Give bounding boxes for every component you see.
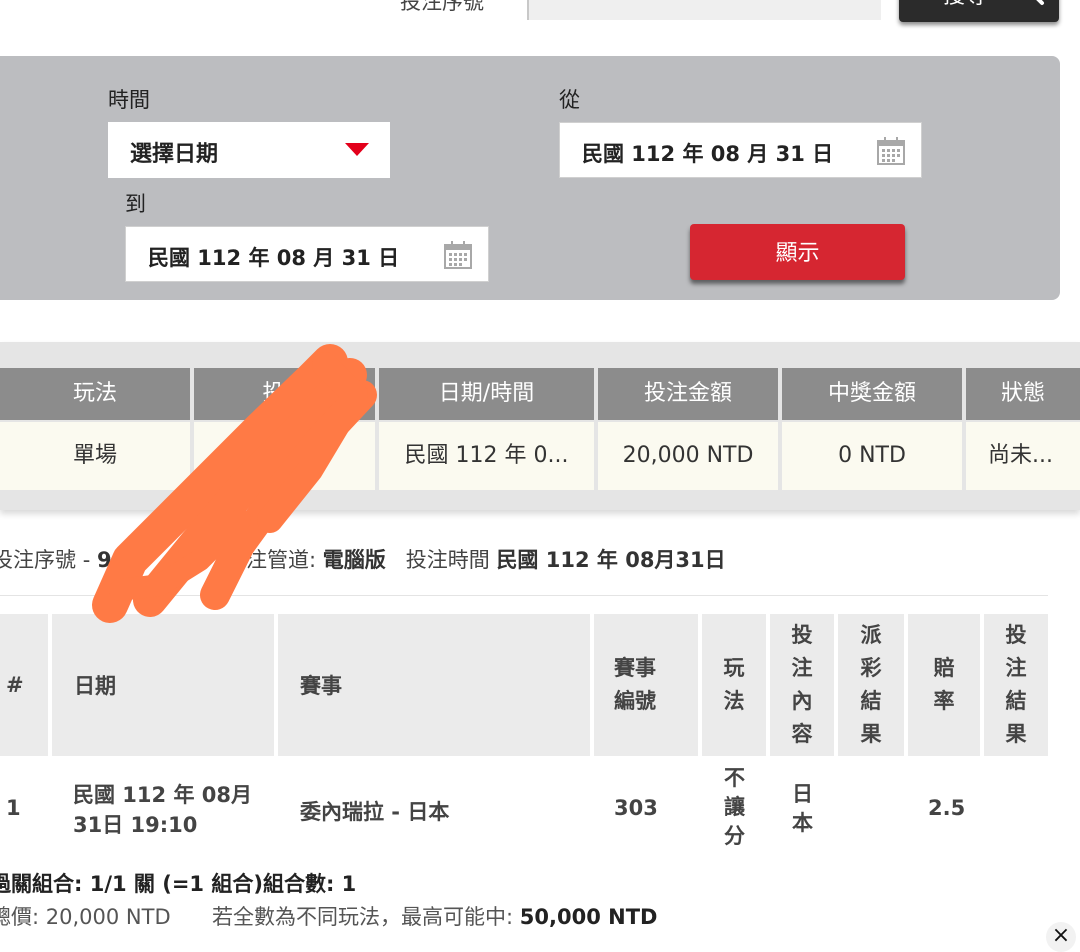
redaction-scribble (92, 344, 377, 623)
